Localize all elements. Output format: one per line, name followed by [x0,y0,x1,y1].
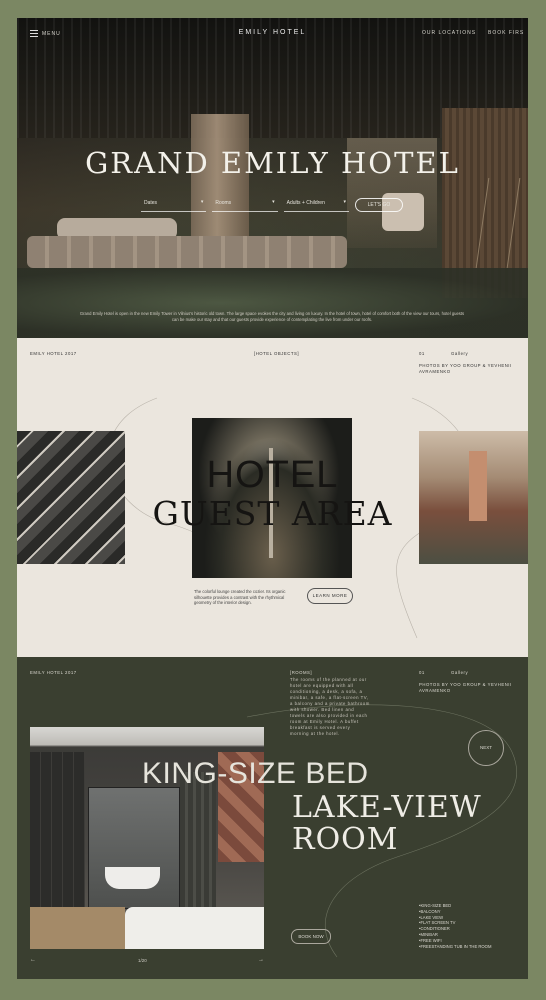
room-bed [125,907,264,949]
guests-select[interactable]: Adults + Children ▾ [283,198,349,212]
room-title-line1: KING-SIZE BED [142,757,369,790]
guest-area-title: HOTEL GUEST AREA [17,455,528,533]
room-description: The rooms of the planned at our hotel ar… [290,677,370,736]
guest-category-label: [HOTEL OBJECTS] [254,351,300,356]
room-glass-partition [88,787,180,909]
arrow-right-icon[interactable]: → [258,957,264,963]
room-title: LAKE-VIEW ROOM [292,792,482,856]
dates-label: Dates [144,200,158,206]
hero-carpet [17,268,528,338]
room-number: 01 [419,670,425,675]
room-section: EMILY HOTEL 2017 [ROOMS] The rooms of th… [17,657,528,979]
rooms-label: Rooms [215,200,232,206]
hero-description: Grand Emily Hotel is open in the new Emi… [79,311,465,322]
room-features-list: KING-SIZE BED BALCONY LAKE VIEW FLAT SCR… [419,903,491,949]
room-category-label: [ROOMS] [290,670,313,675]
room-title-line2: LAKE-VIEW [292,790,482,825]
hero-section: MENU EMILY HOTEL OUR LOCATIONS BOOK FIRS… [17,18,528,338]
guest-title-line2: GUEST AREA [152,494,393,533]
guest-gallery-label: Gallery [451,351,469,356]
arrow-left-icon[interactable]: ← [30,957,36,963]
room-gallery-label: Gallery [451,670,469,675]
learn-more-button[interactable]: LEARN MORE [307,588,353,604]
guest-photo-credit: PHOTOS BY YOO GROUP & YEVHENII AVRAMENKO [419,363,512,374]
room-curtain [180,772,216,922]
guest-section-label: EMILY HOTEL 2017 [30,351,77,356]
nav-book-link[interactable]: BOOK FIRS [488,30,524,36]
top-nav: MENU EMILY HOTEL OUR LOCATIONS BOOK FIRS [17,28,528,42]
feature-item: FREESTANDING TUB IN THE ROOM [419,944,491,950]
lets-go-button[interactable]: LET'S GO [354,198,403,212]
room-photo-credit: PHOTOS BY YOO GROUP & YEVHENII AVRAMENKO [419,682,512,693]
pager-count: 1/20 [138,958,147,963]
chevron-down-icon: ▾ [272,199,275,205]
room-section-label: EMILY HOTEL 2017 [30,670,77,675]
page-frame: MENU EMILY HOTEL OUR LOCATIONS BOOK FIRS… [17,18,528,979]
room-title-line3: ROOM [292,822,399,857]
guest-title-line1: HOTEL [206,454,339,496]
guests-label: Adults + Children [286,200,325,206]
next-room-button[interactable]: NEXT [468,730,504,766]
guest-blurb: The colorful lounge created the cozier. … [194,589,286,605]
guest-area-section: EMILY HOTEL 2017 [HOTEL OBJECTS] 01 Gall… [17,338,528,657]
nav-locations-link[interactable]: OUR LOCATIONS [422,30,476,36]
room-floor [30,907,125,949]
guest-number: 01 [419,351,425,356]
dates-select[interactable]: Dates ▾ [141,198,207,212]
hero-title: GRAND EMILY HOTEL [85,146,460,180]
room-bathtub [105,867,160,889]
book-now-button[interactable]: BOOK NOW [291,929,331,944]
chevron-down-icon: ▾ [200,199,204,205]
room-wall [30,752,85,932]
rooms-select[interactable]: Rooms ▾ [212,198,278,212]
chevron-down-icon: ▾ [343,199,346,205]
booking-bar: Dates ▾ Rooms ▾ Adults + Children ▾ LET'… [141,198,403,212]
hero-sofa [27,236,347,268]
